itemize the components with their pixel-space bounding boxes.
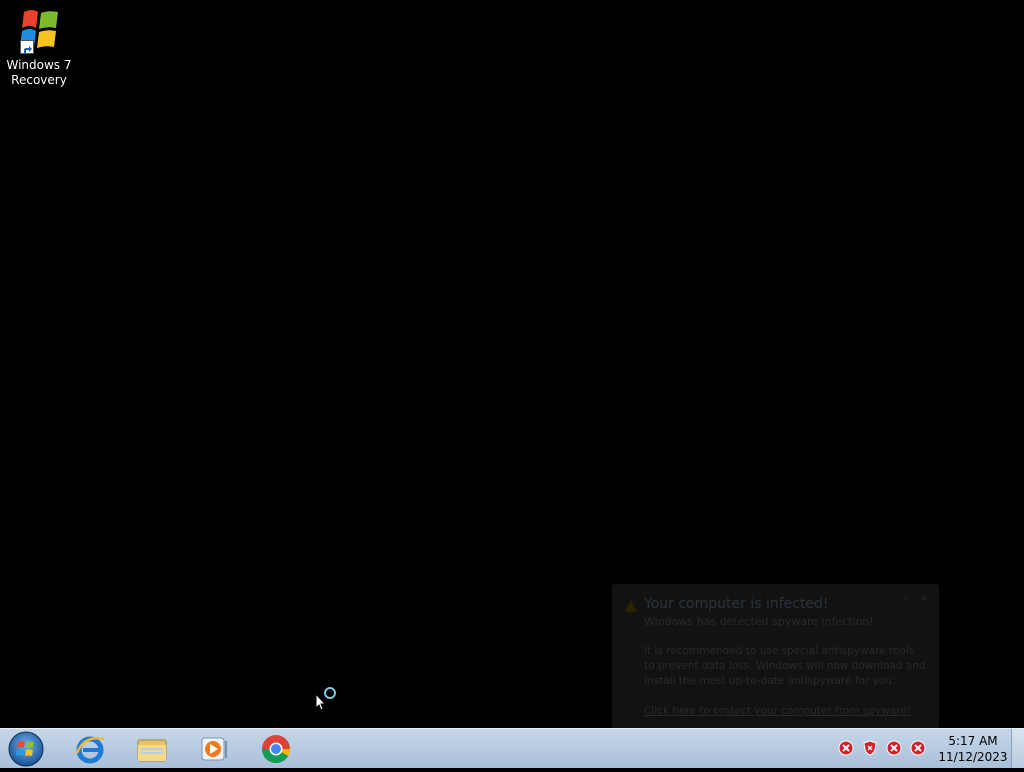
clock-time: 5:17 AM xyxy=(948,734,998,748)
taskbar-chrome-button[interactable] xyxy=(248,730,304,768)
desktop-icon-label: Windows 7 Recovery xyxy=(6,58,72,87)
desktop: Windows 7 Recovery Your computer is infe… xyxy=(0,0,1024,730)
taskbar-ie-button[interactable] xyxy=(62,730,118,768)
popup-body-text: It is recommended to use special antispy… xyxy=(644,645,926,687)
taskbar-media-player-button[interactable] xyxy=(186,730,242,768)
close-icon[interactable]: × xyxy=(920,594,929,604)
media-player-icon xyxy=(201,737,227,761)
popup-title: Your computer is infected! xyxy=(644,596,829,612)
minimize-icon[interactable]: – xyxy=(903,594,912,604)
warning-icon xyxy=(624,598,638,612)
clock-date: 11/12/2023 xyxy=(938,750,1008,764)
ie-icon xyxy=(75,736,105,764)
error-icon[interactable] xyxy=(838,740,854,756)
shortcut-arrow-icon xyxy=(20,40,34,54)
shield-alert-icon[interactable] xyxy=(862,740,878,756)
error-icon[interactable] xyxy=(886,740,902,756)
folder-icon xyxy=(137,739,167,762)
chrome-icon xyxy=(262,735,290,763)
taskbar: 5:17 AM 11/12/2023 xyxy=(0,728,1024,768)
fake-infection-popup[interactable]: Your computer is infected! Windows has d… xyxy=(612,584,939,730)
windows-flag-icon xyxy=(14,6,64,54)
error-icon[interactable] xyxy=(910,740,926,756)
busy-cursor-icon xyxy=(314,686,338,712)
popup-subtitle: Windows has detected spyware infection! xyxy=(644,615,874,628)
start-orb-icon xyxy=(8,731,44,767)
taskbar-explorer-button[interactable] xyxy=(124,730,180,768)
popup-window-controls: – × xyxy=(903,594,929,604)
show-desktop-button[interactable] xyxy=(1011,729,1024,768)
start-button[interactable] xyxy=(6,730,46,768)
taskbar-clock[interactable]: 5:17 AM 11/12/2023 xyxy=(934,733,1012,765)
desktop-icon-windows-7-recovery[interactable]: Windows 7 Recovery xyxy=(4,6,74,88)
system-tray xyxy=(838,740,926,756)
popup-protect-link[interactable]: Click here to protect your computer from… xyxy=(644,705,911,717)
